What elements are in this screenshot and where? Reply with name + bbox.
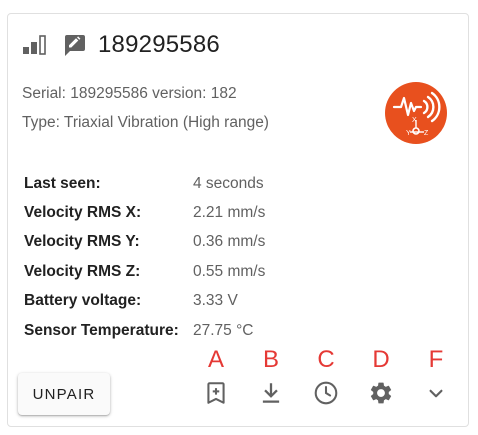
property-label: Battery voltage: bbox=[24, 292, 142, 310]
property-label: Sensor Temperature: bbox=[24, 321, 179, 339]
property-value: 4 seconds bbox=[193, 174, 264, 192]
annotation-letter-d: D bbox=[372, 346, 390, 373]
serial-line: Serial: 189295586 version: 182 bbox=[22, 85, 237, 102]
badge-axis-x: X bbox=[412, 117, 417, 124]
badge-axis-y: Y bbox=[406, 130, 411, 137]
download-action[interactable]: B bbox=[253, 347, 289, 411]
bookmark-add-icon[interactable] bbox=[203, 380, 229, 406]
clock-icon[interactable] bbox=[313, 380, 339, 406]
property-value: 2.21 mm/s bbox=[193, 204, 266, 222]
property-label: Velocity RMS X: bbox=[24, 204, 142, 222]
property-label: Velocity RMS Y: bbox=[24, 233, 140, 251]
property-label: Last seen: bbox=[24, 174, 101, 192]
property-row-temperature: Sensor Temperature: 27.75 °C bbox=[24, 316, 324, 345]
gear-icon[interactable] bbox=[368, 380, 394, 406]
vibration-sensor-icon: X Y Z bbox=[385, 82, 447, 144]
property-label: Velocity RMS Z: bbox=[24, 262, 141, 280]
expand-action[interactable]: F bbox=[418, 347, 454, 411]
signal-strength-icon bbox=[22, 35, 48, 55]
annotation-letter-b: B bbox=[262, 346, 279, 373]
type-line: Type: Triaxial Vibration (High range) bbox=[22, 114, 269, 131]
property-row-velocity-z: Velocity RMS Z: 0.55 mm/s bbox=[24, 257, 324, 286]
card-header: 189295586 bbox=[22, 31, 220, 58]
device-title: 189295586 bbox=[98, 31, 220, 58]
property-row-velocity-y: Velocity RMS Y: 0.36 mm/s bbox=[24, 228, 324, 257]
history-action[interactable]: C bbox=[308, 347, 344, 411]
bookmark-action[interactable]: A bbox=[198, 347, 234, 411]
edit-icon[interactable] bbox=[62, 33, 86, 57]
annotation-letter-f: F bbox=[428, 346, 444, 373]
badge-axis-z: Z bbox=[424, 130, 429, 137]
property-value: 27.75 °C bbox=[193, 321, 254, 339]
property-row-battery: Battery voltage: 3.33 V bbox=[24, 287, 324, 316]
property-value: 0.36 mm/s bbox=[193, 233, 266, 251]
download-icon[interactable] bbox=[258, 380, 284, 406]
property-value: 3.33 V bbox=[193, 292, 238, 310]
property-list: Last seen: 4 seconds Velocity RMS X: 2.2… bbox=[24, 169, 324, 345]
annotation-letter-a: A bbox=[207, 346, 224, 373]
property-row-last-seen: Last seen: 4 seconds bbox=[24, 169, 324, 198]
annotation-letter-c: C bbox=[317, 346, 335, 373]
property-value: 0.55 mm/s bbox=[193, 262, 266, 280]
property-row-velocity-x: Velocity RMS X: 2.21 mm/s bbox=[24, 198, 324, 227]
settings-action[interactable]: D bbox=[363, 347, 399, 411]
unpair-button[interactable]: UNPAIR bbox=[18, 373, 110, 415]
chevron-down-icon[interactable] bbox=[423, 380, 449, 406]
